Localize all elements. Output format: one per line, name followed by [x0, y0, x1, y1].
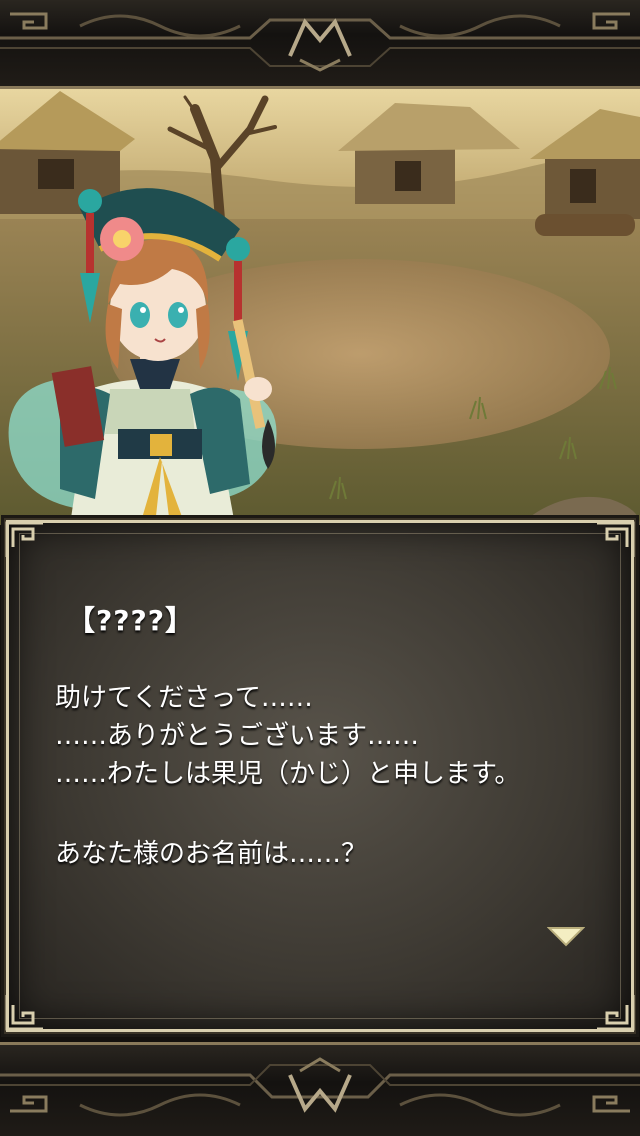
corner-ornament-icon	[5, 521, 43, 557]
dialogue-box[interactable]: 【????】 助けてくださって…… ……ありがとうございます…… ……わたしは果…	[4, 518, 636, 1034]
corner-ornament-icon	[597, 521, 635, 557]
dialogue-line-blank	[55, 793, 615, 835]
scene-background	[0, 89, 640, 525]
dialogue-line: 助けてくださって……	[55, 683, 313, 713]
ornament-emblem-icon	[288, 1057, 352, 1113]
dialogue-line: ……ありがとうございます……	[55, 721, 420, 751]
bottom-frame-ornament	[0, 1057, 640, 1117]
game-screen: 【????】 助けてくださって…… ……ありがとうございます…… ……わたしは果…	[0, 0, 640, 1136]
top-frame-ornament	[0, 12, 640, 72]
corner-ornament-icon	[5, 995, 43, 1031]
village-illustration	[0, 89, 640, 525]
ornament-emblem-icon	[288, 18, 352, 72]
top-frame-bar	[0, 0, 640, 89]
dialogue-line: あなた様のお名前は……？	[55, 839, 368, 869]
speaker-name: 【????】	[67, 604, 194, 637]
dialogue-line: ……わたしは果児（かじ）と申します。	[55, 759, 521, 789]
dialogue-text: 助けてくださって…… ……ありがとうございます…… ……わたしは果児（かじ）と申…	[55, 679, 615, 873]
corner-ornament-icon	[597, 995, 635, 1031]
bottom-frame-bar	[0, 1042, 640, 1136]
triangle-down-icon[interactable]	[547, 925, 585, 947]
